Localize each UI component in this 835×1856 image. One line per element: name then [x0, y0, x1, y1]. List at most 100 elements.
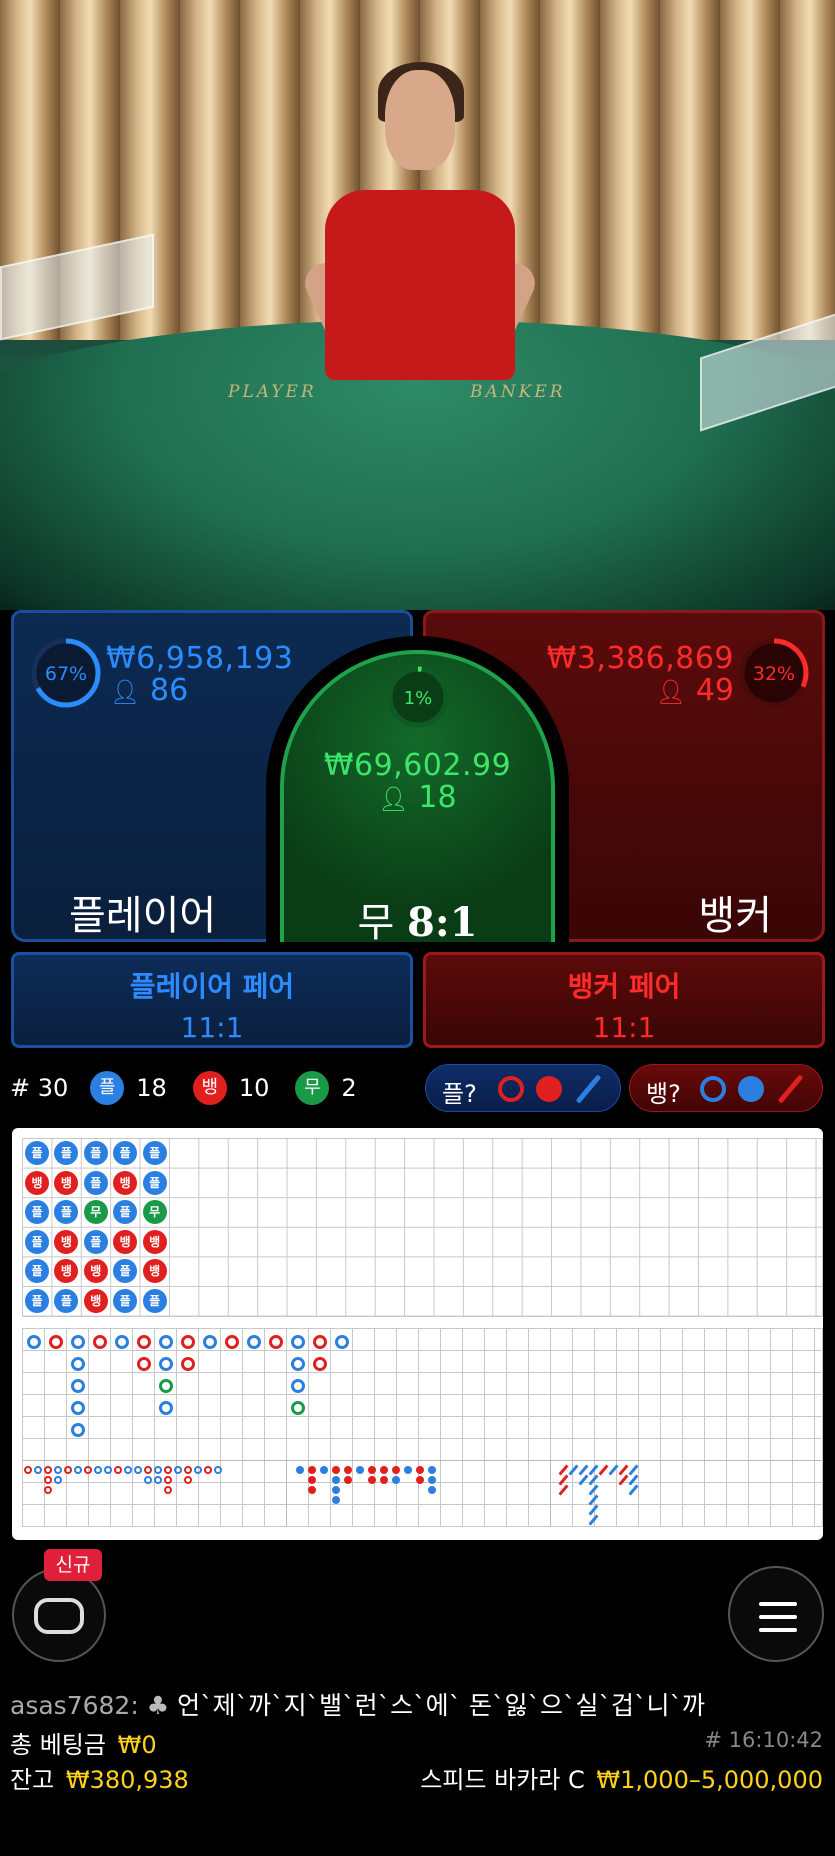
tie-label: 무 8:1: [357, 899, 478, 946]
road-mark: [144, 1466, 152, 1474]
tie-total-amount: ₩69,602.99: [323, 748, 512, 783]
road-mark: [184, 1476, 192, 1484]
road-mark: [144, 1476, 152, 1484]
banker-pair-bet-spot[interactable]: 뱅커 페어 11:1: [423, 952, 825, 1048]
road-mark: [269, 1335, 283, 1349]
road-mark: [368, 1466, 376, 1474]
banker-win-count: 10: [238, 1074, 270, 1102]
road-mark: [416, 1466, 424, 1474]
bead-road-mark: 플: [113, 1289, 138, 1313]
road-mark: [104, 1466, 112, 1474]
bead-road-mark: 플: [142, 1170, 167, 1195]
road-mark: [44, 1486, 52, 1494]
big-eye-predict-icon: [700, 1076, 726, 1102]
menu-button[interactable]: [728, 1566, 824, 1662]
road-mark: [344, 1466, 352, 1474]
road-divider: [550, 1460, 551, 1526]
chat-toggle-button[interactable]: [12, 1568, 106, 1662]
new-badge: 신규: [44, 1549, 102, 1581]
road-mark: [308, 1466, 316, 1474]
road-mark: [184, 1466, 192, 1474]
round-stats: # 30 플 18 뱅 10 무 2: [10, 1070, 357, 1106]
roadmap-scoreboard[interactable]: 플뱅플플플플플뱅플뱅뱅플플플무플뱅뱅플뱅플뱅플플플플무뱅뱅플: [12, 1128, 823, 1540]
road-mark: [34, 1466, 42, 1474]
road-mark: [54, 1466, 62, 1474]
road-mark: [296, 1466, 304, 1474]
balance-label: 잔고: [10, 1766, 55, 1794]
ask-banker-button[interactable]: 뱅?: [629, 1064, 823, 1112]
tie-payout: 8:1: [407, 899, 478, 946]
road-mark: [247, 1335, 261, 1349]
table-name: 스피드 바카라 C: [420, 1766, 585, 1794]
road-divider: [22, 1460, 822, 1461]
bead-road: [22, 1138, 823, 1317]
user-icon: 👤︎: [655, 678, 687, 706]
ask-player-button[interactable]: 플?: [425, 1064, 621, 1112]
road-mark: [154, 1466, 162, 1474]
bead-road-mark: 플: [142, 1289, 167, 1313]
total-bet-label: 총 베팅금: [10, 1731, 106, 1759]
bead-road-mark: 플: [83, 1170, 108, 1195]
banker-chip: 뱅: [192, 1071, 227, 1105]
banker-label: 뱅커: [698, 893, 772, 939]
dealer-head: [385, 70, 455, 170]
player-pair-bet-spot[interactable]: 플레이어 페어 11:1: [11, 952, 413, 1048]
hamburger-icon: [759, 1602, 797, 1632]
tie-bet-spot[interactable]: 1% ₩69,602.99 👤︎ 18 무 8:1: [280, 650, 555, 946]
road-mark: [159, 1357, 173, 1371]
small-road-predict-icon: [738, 1076, 764, 1102]
bead-road-mark: 뱅: [113, 1170, 138, 1195]
road-mark: [71, 1357, 85, 1371]
tie-percent-ring: 1%: [387, 666, 449, 728]
bead-road-mark: 플: [142, 1141, 167, 1165]
road-mark: [313, 1357, 327, 1371]
road-mark: [137, 1335, 151, 1349]
banker-percent-ring: 32%: [739, 638, 809, 708]
chat-bubble-icon: [34, 1598, 84, 1634]
road-mark: [332, 1486, 340, 1494]
road-mark: [416, 1476, 424, 1484]
bead-road-mark: 뱅: [25, 1170, 49, 1195]
road-mark: [181, 1335, 195, 1349]
road-mark: [84, 1466, 92, 1474]
round-number: # 30: [10, 1074, 69, 1102]
road-mark: [159, 1401, 173, 1415]
bead-road-mark: 플: [25, 1229, 49, 1254]
road-mark: [428, 1466, 436, 1474]
road-mark: [204, 1466, 212, 1474]
tie-win-count: 2: [341, 1074, 357, 1102]
road-mark: [320, 1466, 328, 1474]
road-mark: [332, 1476, 340, 1484]
road-mark: [54, 1476, 62, 1484]
road-mark: [203, 1335, 217, 1349]
total-bet-value: ₩0: [117, 1731, 157, 1759]
player-percent-text: 67%: [45, 663, 87, 685]
road-mark: [344, 1476, 352, 1484]
road-mark: [428, 1486, 436, 1494]
banker-percent-text: 32%: [753, 663, 795, 685]
balance: 잔고 ₩380,938: [10, 1760, 189, 1795]
road-mark: [291, 1357, 305, 1371]
player-pair-odds: 11:1: [180, 1011, 244, 1044]
road-mark: [93, 1335, 107, 1349]
player-bettor-count: 👤︎ 86: [110, 673, 189, 708]
road-mark: [164, 1466, 172, 1474]
cockroach-predict-icon: [575, 1074, 602, 1104]
bead-road-mark: 무: [83, 1200, 108, 1225]
bead-road-mark: 뱅: [142, 1259, 167, 1284]
banker-pair-title: 뱅커 페어: [567, 970, 681, 1003]
round-time: # 16:10:42: [704, 1728, 823, 1752]
bead-road-mark: 뱅: [142, 1229, 167, 1254]
road-mark: [356, 1466, 364, 1474]
road-mark: [94, 1466, 102, 1474]
road-mark: [164, 1486, 172, 1494]
road-mark: [174, 1466, 182, 1474]
road-mark: [332, 1466, 340, 1474]
road-mark: [392, 1466, 400, 1474]
player-pair-title: 플레이어 페어: [129, 970, 295, 1003]
road-mark: [44, 1466, 52, 1474]
tie-bettor-count: 👤︎ 18: [378, 780, 457, 815]
road-mark: [159, 1379, 173, 1393]
bead-road-mark: 뱅: [113, 1229, 138, 1254]
road-mark: [71, 1379, 85, 1393]
